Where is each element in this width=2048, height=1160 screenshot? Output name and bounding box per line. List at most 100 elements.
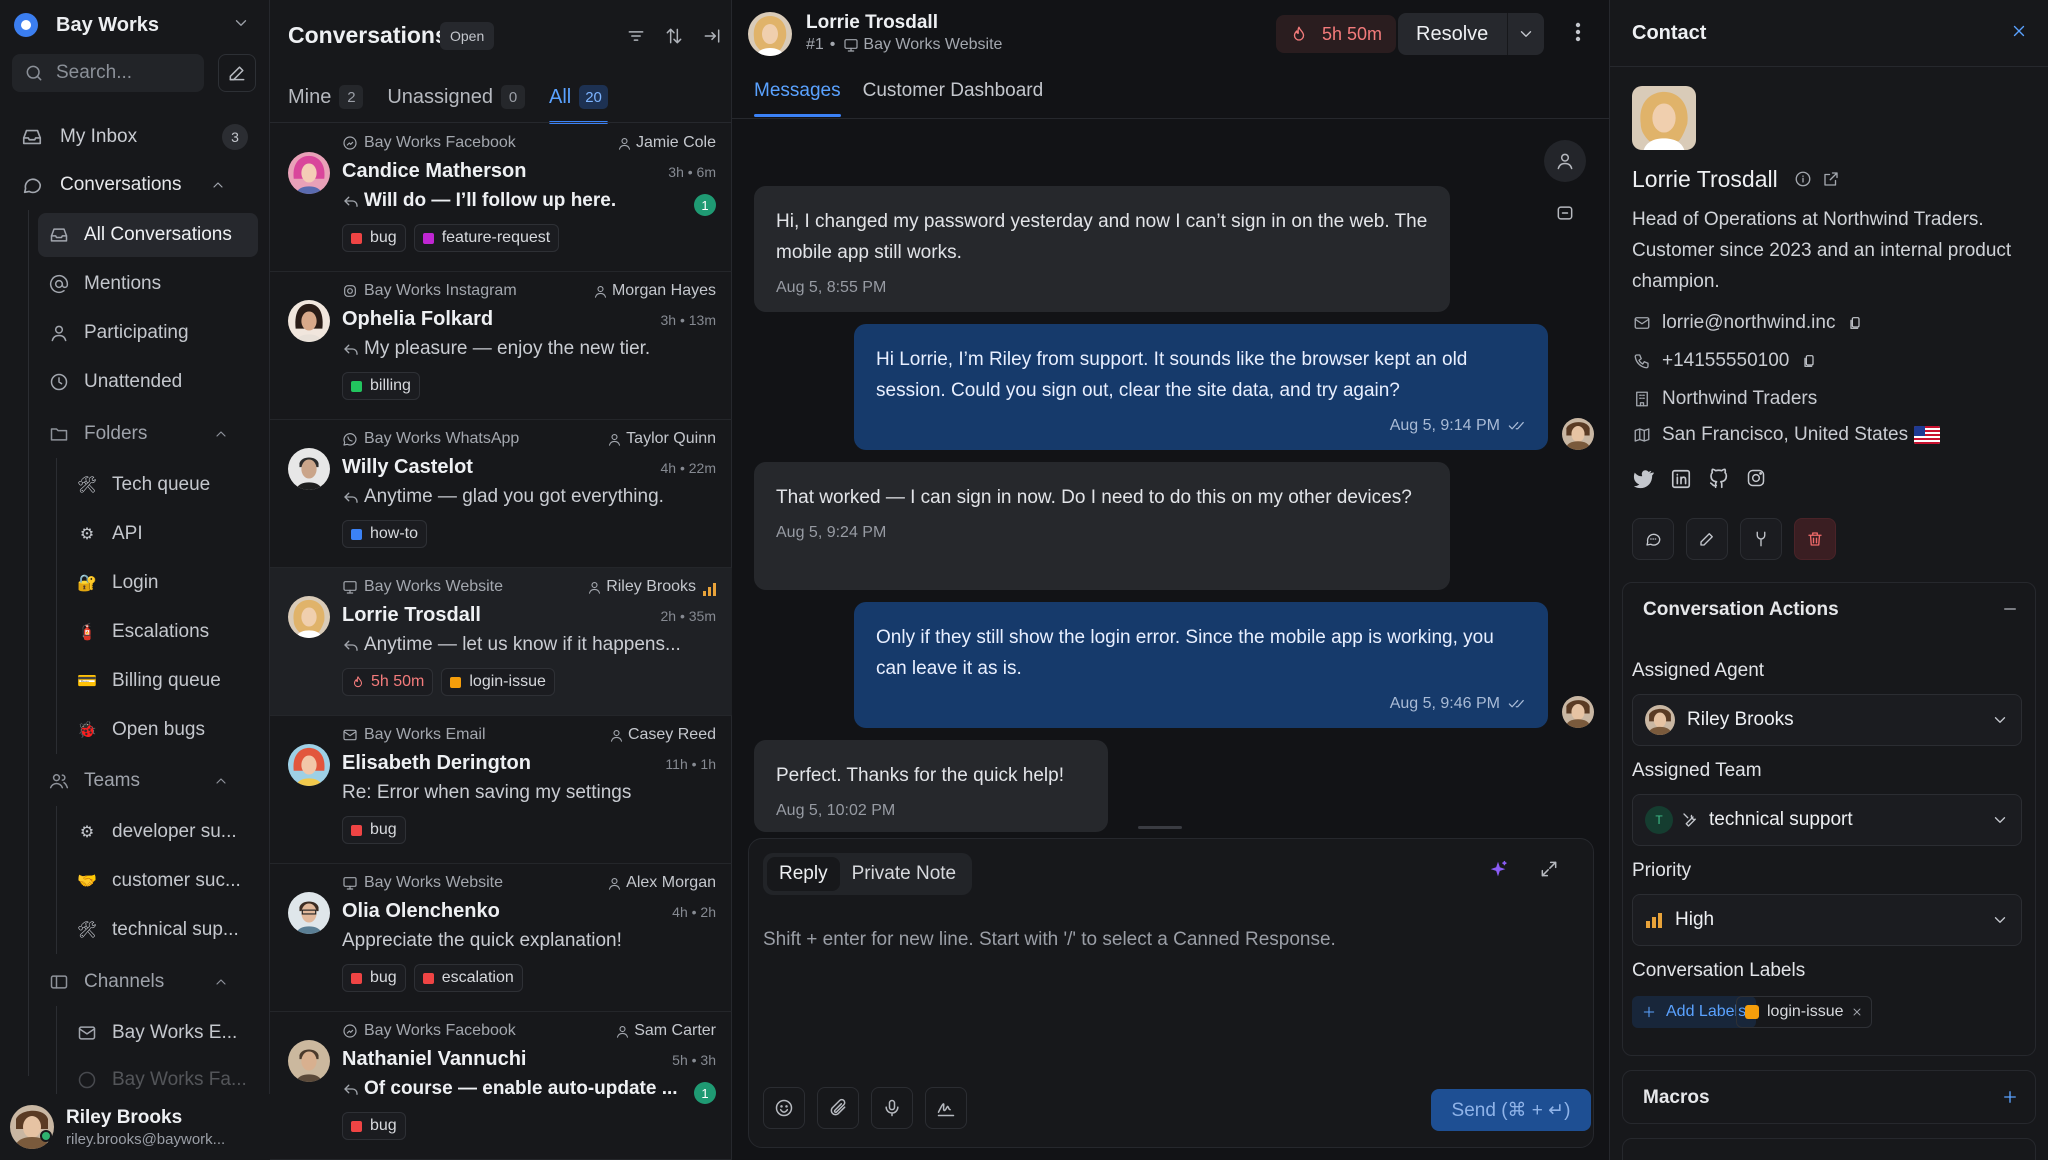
- message-outgoing: Hi Lorrie, I’m Riley from support. It so…: [854, 324, 1548, 450]
- sidebar-item-unattended[interactable]: Unattended: [38, 360, 258, 404]
- copy-icon[interactable]: [1845, 315, 1865, 331]
- workspace-switcher[interactable]: Bay Works: [14, 10, 256, 40]
- section-header[interactable]: Macros: [1623, 1071, 2035, 1125]
- sidebar-group-teams[interactable]: Teams: [40, 761, 258, 801]
- label-chip: billing: [342, 372, 420, 400]
- assigned-agent: Riley Brooks: [587, 578, 696, 596]
- inbox-icon: [20, 126, 44, 148]
- contact-name: Candice Matherson: [342, 160, 527, 182]
- filter-icon: [626, 26, 646, 46]
- tab-unassigned[interactable]: Unassigned 0: [387, 80, 525, 114]
- label-color-swatch: [351, 528, 362, 540]
- github-icon[interactable]: [1708, 468, 1730, 490]
- flame-icon: [1290, 25, 1308, 43]
- chevron-up-icon[interactable]: [206, 177, 230, 193]
- status-filter[interactable]: Open: [440, 22, 495, 50]
- close-icon[interactable]: [1851, 1006, 1863, 1018]
- sidebar-group-folders[interactable]: Folders: [40, 414, 258, 454]
- attach-button[interactable]: [817, 1087, 859, 1129]
- message-input[interactable]: Shift + enter for new line. Start with '…: [763, 929, 1336, 951]
- copy-icon[interactable]: [1799, 353, 1819, 369]
- sort-button[interactable]: [658, 20, 690, 52]
- sidebar-item-all-conversations[interactable]: All Conversations: [38, 213, 258, 257]
- assigned-agent-select[interactable]: Riley Brooks: [1632, 694, 2022, 746]
- contact-email[interactable]: lorrie@northwind.inc: [1632, 312, 1875, 334]
- group-label: Teams: [84, 770, 140, 791]
- priority-select[interactable]: High: [1632, 894, 2022, 946]
- conversation-item[interactable]: Bay Works Facebook Sam Carter Nathaniel …: [270, 1012, 732, 1160]
- folder-item-tech-queue[interactable]: 🛠 Tech queue: [66, 463, 258, 507]
- merge-contact-button[interactable]: [1740, 518, 1782, 560]
- conversation-item[interactable]: Bay Works Instagram Morgan Hayes Ophelia…: [270, 272, 732, 420]
- ai-assist-button[interactable]: [1487, 859, 1509, 881]
- conversation-item[interactable]: Bay Works Website Riley Brooks Lorrie Tr…: [270, 568, 732, 716]
- contact-panel-toggle[interactable]: [1544, 140, 1586, 182]
- channels-icon: [48, 972, 70, 992]
- more-options-button[interactable]: [1566, 20, 1590, 44]
- team-item-customer-success[interactable]: 🤝 customer suc...: [66, 859, 258, 903]
- tab-label: Mine: [288, 85, 332, 108]
- close-button[interactable]: [2010, 22, 2028, 40]
- conversation-item[interactable]: Bay Works Facebook Jamie Cole Candice Ma…: [270, 124, 732, 272]
- copilot-toggle[interactable]: [1544, 192, 1586, 234]
- delete-contact-button[interactable]: [1794, 518, 1836, 560]
- tab-customer-dashboard[interactable]: Customer Dashboard: [863, 80, 1044, 114]
- new-message-button[interactable]: [1632, 518, 1674, 560]
- sidebar-item-mentions[interactable]: Mentions: [38, 262, 258, 306]
- folder-item-api[interactable]: ⚙ API: [66, 512, 258, 556]
- info-icon[interactable]: [1794, 170, 1812, 188]
- twitter-icon[interactable]: [1632, 468, 1654, 490]
- signature-button[interactable]: [925, 1087, 967, 1129]
- expand-button[interactable]: [1539, 859, 1559, 879]
- tab-mine[interactable]: Mine 2: [288, 80, 364, 114]
- current-user[interactable]: Riley Brooks riley.brooks@baywork...: [0, 1094, 270, 1160]
- conversation-item[interactable]: Bay Works WhatsApp Taylor Quinn Willy Ca…: [270, 420, 732, 568]
- channel-item-bay-works-email[interactable]: Bay Works E...: [66, 1011, 258, 1055]
- edit-contact-button[interactable]: [1686, 518, 1728, 560]
- conversation-item[interactable]: Bay Works Email Casey Reed Elisabeth Der…: [270, 716, 732, 864]
- instagram-icon[interactable]: [1746, 468, 1766, 488]
- folder-item-open-bugs[interactable]: 🐞 Open bugs: [66, 708, 258, 752]
- voice-button[interactable]: [871, 1087, 913, 1129]
- minus-icon[interactable]: [2001, 600, 2019, 618]
- label-chip: feature-request: [413, 224, 560, 252]
- sidebar-item-my-inbox[interactable]: My Inbox 3: [12, 116, 258, 158]
- compose-button[interactable]: [218, 54, 256, 92]
- chevron-down-icon[interactable]: [1508, 25, 1544, 43]
- tab-private-note[interactable]: Private Note: [840, 857, 969, 891]
- folder-item-login[interactable]: 🔐 Login: [66, 561, 258, 605]
- emoji-button[interactable]: [763, 1087, 805, 1129]
- label-text: escalation: [441, 969, 514, 986]
- collapse-panel-button[interactable]: [696, 20, 728, 52]
- user-icon: [615, 1024, 630, 1039]
- contact-phone[interactable]: +14155550100: [1632, 350, 1829, 372]
- sidebar-item-participating[interactable]: Participating: [38, 311, 258, 355]
- sidebar-group-channels[interactable]: Channels: [40, 962, 258, 1002]
- chevron-up-icon[interactable]: [210, 426, 232, 442]
- tab-all[interactable]: All 20: [548, 80, 608, 124]
- sidebar-item-conversations[interactable]: Conversations: [12, 164, 258, 206]
- avatar: [288, 152, 330, 194]
- chevron-down-icon: [232, 14, 250, 32]
- search-input[interactable]: Search...: [12, 54, 204, 92]
- assigned-agent: Jamie Cole: [617, 134, 716, 152]
- filter-button[interactable]: [620, 20, 652, 52]
- plus-icon[interactable]: [2001, 1088, 2019, 1106]
- team-item-technical-support[interactable]: 🛠 technical sup...: [66, 908, 258, 952]
- external-link-icon[interactable]: [1822, 170, 1840, 188]
- tab-reply[interactable]: Reply: [767, 857, 840, 891]
- team-item-developer-support[interactable]: ⚙ developer su...: [66, 810, 258, 854]
- mail-icon: [342, 727, 358, 743]
- linkedin-icon[interactable]: [1670, 468, 1692, 490]
- section-header[interactable]: Conversation Actions: [1623, 583, 2035, 637]
- conversation-item[interactable]: Bay Works Website Alex Morgan Olia Olenc…: [270, 864, 732, 1012]
- folder-item-escalations[interactable]: 🧯 Escalations: [66, 610, 258, 654]
- resolve-button[interactable]: Resolve: [1398, 13, 1544, 55]
- assigned-team-select[interactable]: T technical support: [1632, 794, 2022, 846]
- tab-messages[interactable]: Messages: [754, 80, 841, 117]
- chevron-up-icon[interactable]: [210, 773, 232, 789]
- send-button[interactable]: Send (⌘ + ↵): [1431, 1089, 1591, 1131]
- folder-item-billing-queue[interactable]: 💳 Billing queue: [66, 659, 258, 703]
- chevron-up-icon[interactable]: [210, 974, 232, 990]
- macros-section: Macros: [1622, 1070, 2036, 1124]
